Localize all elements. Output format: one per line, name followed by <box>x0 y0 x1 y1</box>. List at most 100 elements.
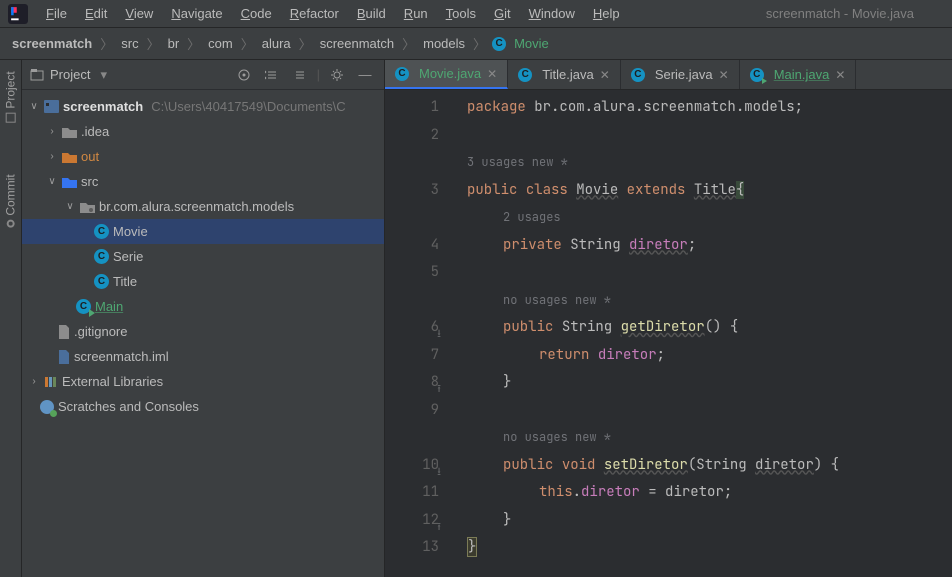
line-number[interactable]: 11 <box>385 479 439 507</box>
line-number[interactable]: 13 <box>385 534 439 562</box>
menu-run[interactable]: Run <box>396 0 436 28</box>
class-icon: C <box>492 37 506 51</box>
tree-node-scratches[interactable]: Scratches and Consoles <box>22 394 384 419</box>
collapse-icon[interactable]: › <box>46 151 58 162</box>
tree-node-serie[interactable]: C Serie <box>22 244 384 269</box>
tab-main[interactable]: C Main.java ✕ <box>740 60 857 89</box>
module-file-icon <box>58 350 70 364</box>
tree-label: .gitignore <box>74 324 127 339</box>
chevron-right-icon: 〉 <box>143 34 164 53</box>
expand-icon[interactable]: ∨ <box>28 101 40 112</box>
tree-node-main[interactable]: C Main <box>22 294 384 319</box>
menu-window[interactable]: Window <box>521 0 583 28</box>
crumb-current[interactable]: Movie <box>512 36 551 51</box>
menu-tools[interactable]: Tools <box>438 0 484 28</box>
class-icon: C <box>94 249 109 264</box>
tree-node-external-libraries[interactable]: › External Libraries <box>22 369 384 394</box>
tree-node-project[interactable]: ∨ screenmatch C:\Users\40417549\Document… <box>22 94 384 119</box>
tree-node-idea[interactable]: › .idea <box>22 119 384 144</box>
tab-label: Main.java <box>774 67 830 82</box>
override-gutter-icon[interactable]: ⭳ <box>437 459 441 487</box>
crumb-project[interactable]: screenmatch <box>10 36 94 51</box>
crumb[interactable]: src <box>119 36 140 51</box>
select-opened-file-button[interactable] <box>233 64 255 86</box>
tree-label: src <box>81 174 98 189</box>
editor-gutter[interactable]: 1 2 3 4 5 ⭳6 7 ⭱8 9 ⭳10 11 ⭱12 13 <box>385 90 457 577</box>
line-number[interactable]: 9 <box>385 397 439 425</box>
line-number[interactable]: 4 <box>385 232 439 260</box>
line-number[interactable]: 7 <box>385 342 439 370</box>
menu-help[interactable]: Help <box>585 0 628 28</box>
usages-inlay[interactable]: 3 usages new * <box>467 149 839 177</box>
code-area[interactable]: package br.com.alura.screenmatch.models;… <box>457 90 839 577</box>
tree-label: Movie <box>113 224 148 239</box>
chevron-right-icon: 〉 <box>237 34 258 53</box>
tab-title[interactable]: C Title.java ✕ <box>508 60 621 89</box>
menu-edit[interactable]: Edit <box>77 0 115 28</box>
class-icon: C <box>750 68 764 82</box>
collapse-all-button[interactable] <box>289 64 311 86</box>
crumb[interactable]: models <box>421 36 467 51</box>
crumb[interactable]: br <box>166 36 182 51</box>
line-number[interactable]: 1 <box>385 94 439 122</box>
project-header-title[interactable]: Project <box>50 67 90 82</box>
main-area: Project Commit Project ▾ | — ∨ screenmat… <box>0 60 952 577</box>
close-icon[interactable]: ✕ <box>719 68 729 82</box>
tree-node-iml[interactable]: screenmatch.iml <box>22 344 384 369</box>
collapse-icon[interactable]: › <box>46 126 58 137</box>
menu-code[interactable]: Code <box>233 0 280 28</box>
tool-tab-project[interactable]: Project <box>4 71 18 122</box>
chevron-right-icon: 〉 <box>469 34 490 53</box>
tool-tab-commit[interactable]: Commit <box>4 174 18 227</box>
module-icon <box>44 100 59 113</box>
close-icon[interactable]: ✕ <box>487 67 497 81</box>
hide-button[interactable]: — <box>354 64 376 86</box>
tab-movie[interactable]: C Movie.java ✕ <box>385 60 508 89</box>
settings-button[interactable] <box>326 64 348 86</box>
menu-navigate[interactable]: Navigate <box>163 0 230 28</box>
tree-label: Scratches and Consoles <box>58 399 199 414</box>
tab-serie[interactable]: C Serie.java ✕ <box>621 60 740 89</box>
libraries-icon <box>44 375 58 389</box>
menu-view[interactable]: View <box>117 0 161 28</box>
project-tree[interactable]: ∨ screenmatch C:\Users\40417549\Document… <box>22 90 384 423</box>
crumb[interactable]: com <box>206 36 235 51</box>
tree-label: Serie <box>113 249 143 264</box>
usages-inlay[interactable]: 2 usages <box>467 204 839 232</box>
line-number[interactable]: 3 <box>385 177 439 205</box>
class-icon: C <box>94 224 109 239</box>
tree-node-title[interactable]: C Title <box>22 269 384 294</box>
chevron-right-icon: 〉 <box>183 34 204 53</box>
editor: C Movie.java ✕ C Title.java ✕ C Serie.ja… <box>385 60 952 577</box>
tree-node-package[interactable]: ∨ br.com.alura.screenmatch.models <box>22 194 384 219</box>
usages-inlay[interactable]: no usages new * <box>467 287 839 315</box>
menu-git[interactable]: Git <box>486 0 519 28</box>
project-tool-window: Project ▾ | — ∨ screenmatch C:\Users\404… <box>22 60 385 577</box>
close-icon[interactable]: ✕ <box>835 68 845 82</box>
tree-node-gitignore[interactable]: .gitignore <box>22 319 384 344</box>
tree-node-movie[interactable]: C Movie <box>22 219 384 244</box>
collapse-icon[interactable]: › <box>28 376 40 387</box>
fold-gutter-icon[interactable]: ⭱ <box>437 514 441 542</box>
close-icon[interactable]: ✕ <box>600 68 610 82</box>
expand-icon[interactable]: ∨ <box>46 176 58 187</box>
menu-file[interactable]: File <box>38 0 75 28</box>
override-gutter-icon[interactable]: ⭳ <box>437 321 441 349</box>
line-number[interactable]: 5 <box>385 259 439 287</box>
expand-icon[interactable]: ∨ <box>64 201 76 212</box>
menu-refactor[interactable]: Refactor <box>282 0 347 28</box>
usages-inlay[interactable]: no usages new * <box>467 424 839 452</box>
crumb[interactable]: screenmatch <box>318 36 396 51</box>
dropdown-icon[interactable]: ▾ <box>100 67 107 83</box>
editor-body[interactable]: 1 2 3 4 5 ⭳6 7 ⭱8 9 ⭳10 11 ⭱12 13 packag… <box>385 90 952 577</box>
tree-label: Main <box>95 299 123 314</box>
menu-build[interactable]: Build <box>349 0 394 28</box>
expand-all-button[interactable] <box>261 64 283 86</box>
fold-gutter-icon[interactable]: ⭱ <box>437 376 441 404</box>
crumb[interactable]: alura <box>260 36 293 51</box>
tree-node-src[interactable]: ∨ src <box>22 169 384 194</box>
tree-node-out[interactable]: › out <box>22 144 384 169</box>
window-title: screenmatch - Movie.java <box>766 6 914 21</box>
line-number[interactable]: 2 <box>385 122 439 150</box>
tree-label: out <box>81 149 99 164</box>
